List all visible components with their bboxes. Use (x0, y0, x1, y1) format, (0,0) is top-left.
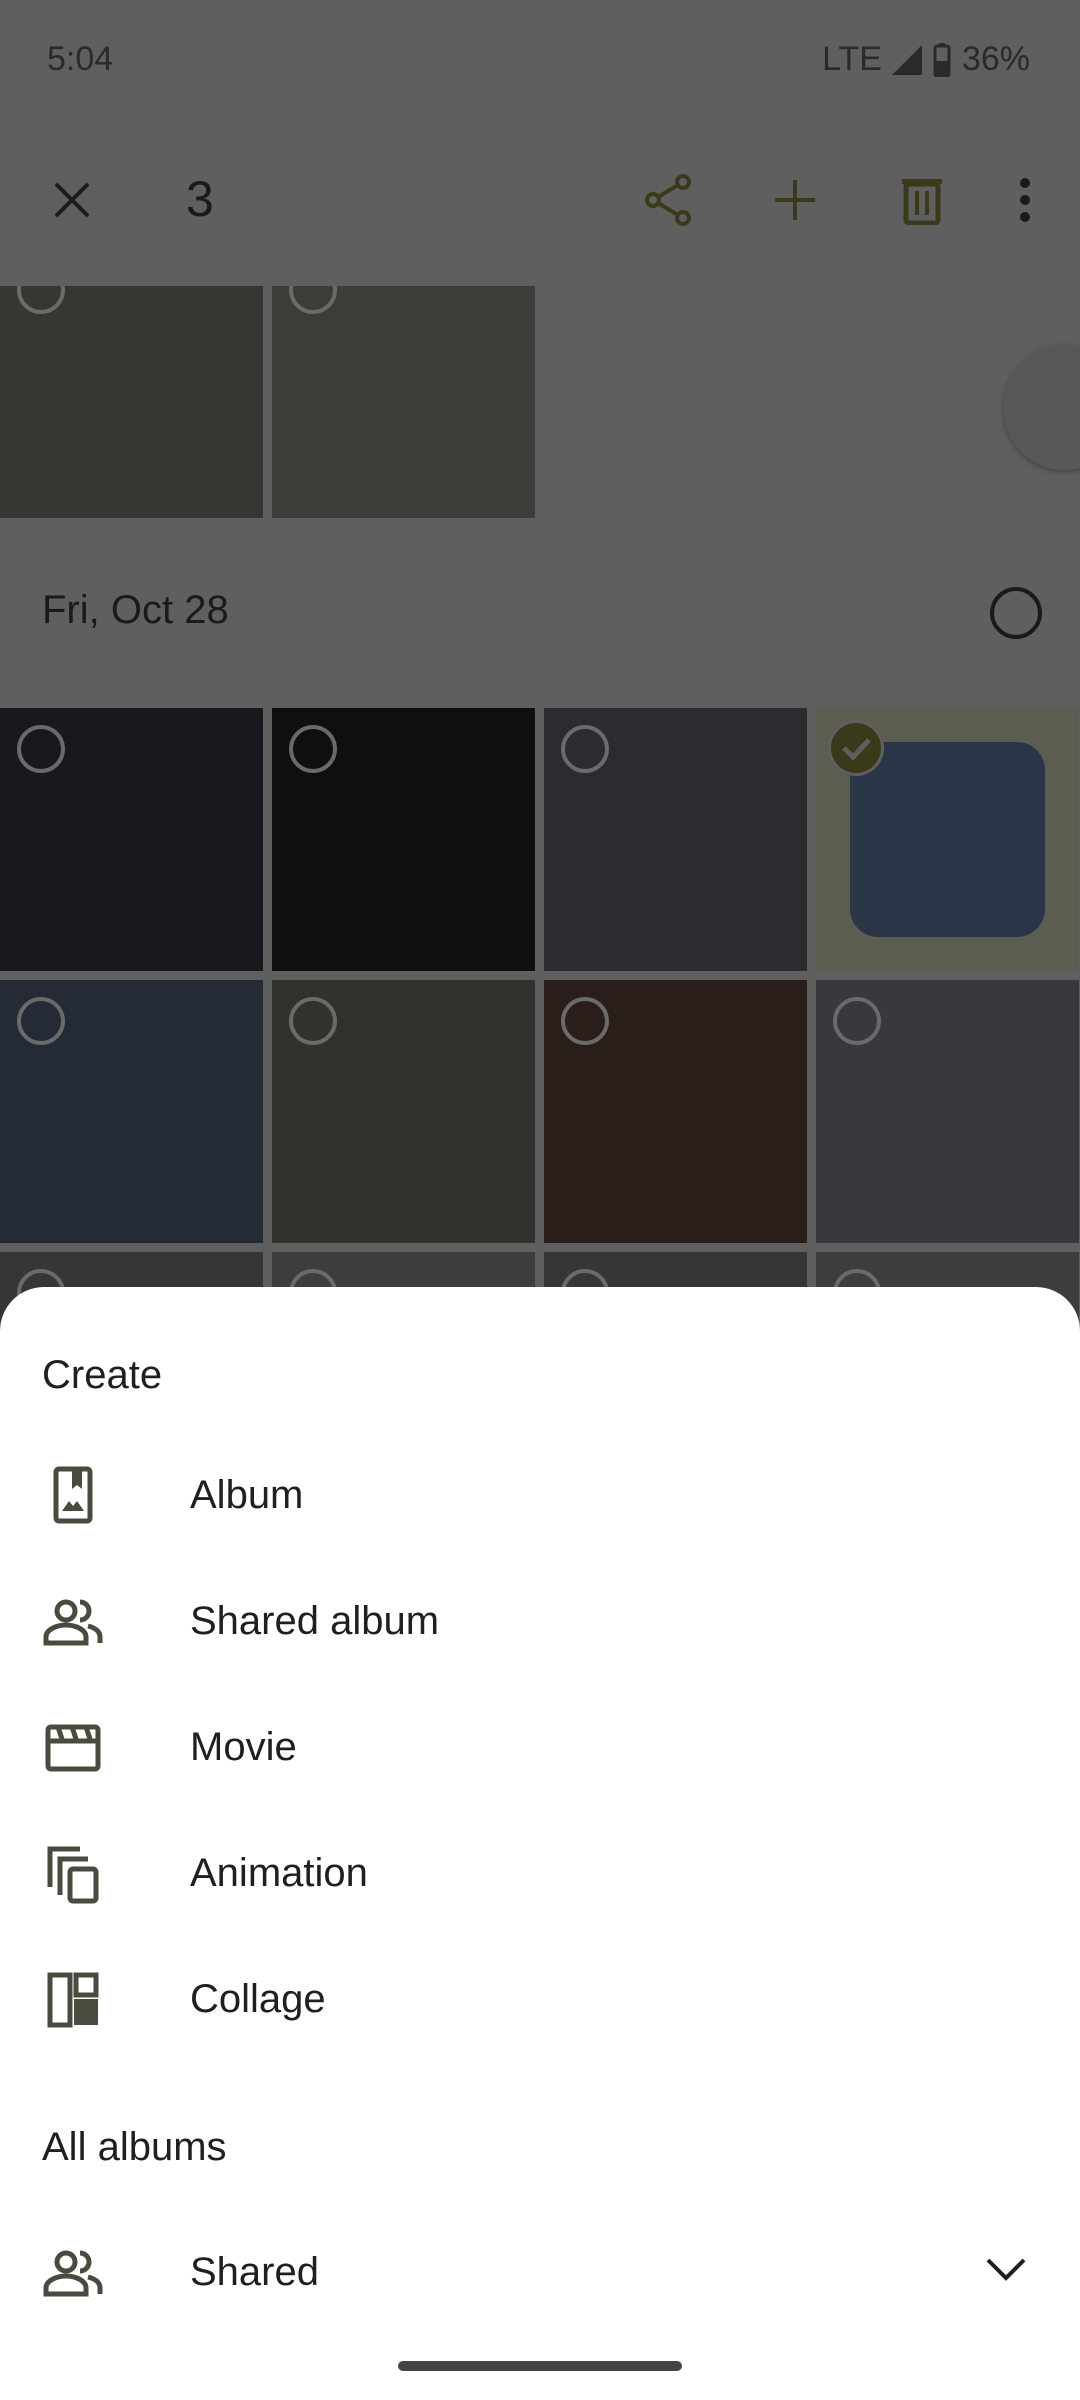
create-item-label: Shared album (190, 1599, 440, 1643)
photo-album-icon (53, 1466, 93, 1524)
photo-image (0, 286, 263, 518)
chevron-down-icon[interactable] (985, 2257, 1027, 2283)
select-circle[interactable] (17, 725, 65, 773)
photo-thumbnail[interactable] (0, 708, 263, 971)
selected-check-icon[interactable] (828, 720, 884, 776)
battery-icon (933, 42, 951, 77)
collage-icon (47, 1972, 99, 2028)
select-date-checkbox[interactable] (990, 587, 1042, 639)
photo-thumbnail[interactable] (272, 286, 535, 518)
create-section-title: Create (42, 1353, 163, 1397)
create-item-animation[interactable]: Animation (0, 1813, 1080, 1933)
selection-toolbar (0, 130, 1080, 270)
photo-thumbnail[interactable] (272, 980, 535, 1243)
photo-thumbnail[interactable] (272, 708, 535, 971)
status-bar: 5:04 LTE 36% (0, 0, 1080, 110)
photo-thumbnail[interactable] (816, 708, 1079, 971)
close-icon[interactable] (42, 170, 102, 230)
select-circle[interactable] (561, 725, 609, 773)
people-icon (43, 1599, 103, 1646)
create-item-label: Movie (190, 1725, 297, 1769)
album-item-label: Shared (190, 2250, 319, 2294)
selected-count: 3 (186, 171, 214, 227)
people-icon (43, 2250, 103, 2297)
select-circle[interactable] (289, 725, 337, 773)
status-time: 5:04 (47, 40, 114, 78)
create-item-collage[interactable]: Collage (0, 1939, 1080, 2059)
add-icon[interactable] (765, 170, 825, 230)
photo-thumbnail[interactable] (544, 980, 807, 1243)
photo-thumbnail[interactable] (0, 286, 263, 518)
select-circle[interactable] (561, 997, 609, 1045)
photo-image (272, 286, 535, 518)
photo-thumbnail[interactable] (816, 980, 1079, 1243)
battery-level: 36% (961, 40, 1030, 78)
photo-thumbnail[interactable] (0, 980, 263, 1243)
animation-icon (47, 1846, 99, 1904)
date-header: Fri, Oct 28 (42, 588, 229, 632)
select-circle[interactable] (833, 997, 881, 1045)
network-type: LTE (822, 40, 882, 78)
create-item-movie[interactable]: Movie (0, 1687, 1080, 1807)
create-item-shared-album[interactable]: Shared album (0, 1561, 1080, 1681)
create-item-album[interactable]: Album (0, 1435, 1080, 1555)
more-vert-icon[interactable] (995, 170, 1055, 230)
share-icon[interactable] (638, 170, 698, 230)
all-albums-title: All albums (42, 2125, 227, 2169)
movie-icon (45, 1724, 101, 1772)
select-circle[interactable] (17, 997, 65, 1045)
photo-thumbnail[interactable] (544, 708, 807, 971)
create-item-label: Album (190, 1473, 304, 1517)
select-circle[interactable] (289, 997, 337, 1045)
navigation-handle[interactable] (398, 2361, 682, 2371)
create-item-label: Animation (190, 1851, 368, 1895)
add-to-bottom-sheet: Create Album Shared album Movie Animation Co… (0, 1287, 1080, 2400)
delete-icon[interactable] (892, 170, 952, 230)
create-item-label: Collage (190, 1977, 326, 2021)
signal-icon (891, 44, 922, 75)
album-item-shared[interactable]: Shared (0, 2212, 1080, 2332)
